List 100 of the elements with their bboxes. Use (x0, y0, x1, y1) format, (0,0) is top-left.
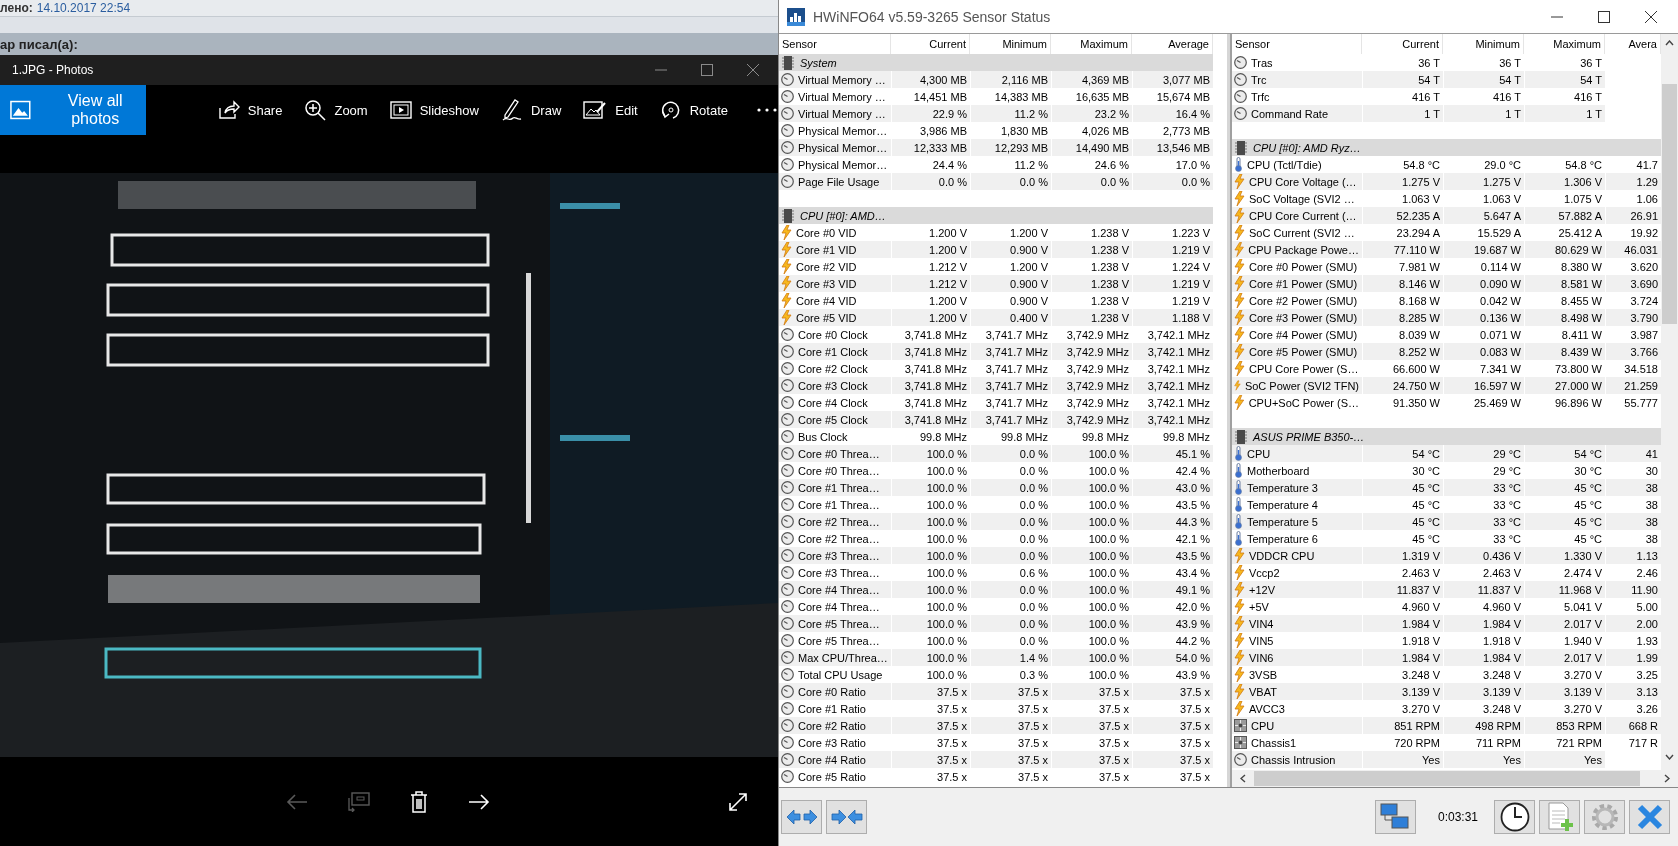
sensor-cell[interactable]: Core #3 Power (SMU) (1232, 309, 1362, 326)
sensor-cell[interactable]: Physical Memor… (779, 139, 891, 156)
table-cell: 3,742.1 MHz (1133, 377, 1213, 394)
toolbar-button[interactable]: Edit (583, 100, 638, 120)
table-cell: 1.200 V (892, 309, 970, 326)
toolbar-button[interactable]: Rotate (659, 99, 728, 121)
toolbar-button[interactable]: Share (217, 100, 283, 120)
gauge-icon (781, 651, 794, 664)
sensor-cell[interactable]: VIN6 (1232, 649, 1362, 666)
sensor-cell[interactable]: Core #1 VID (779, 241, 891, 258)
maximize-icon[interactable] (1597, 9, 1611, 24)
gauge-icon (781, 430, 794, 443)
sensor-cell[interactable]: Core #5 Threa… (779, 615, 891, 632)
sensor-cell[interactable]: Core #1 Power (SMU) (1232, 275, 1362, 292)
sensor-cell[interactable]: Temperature 5 (1232, 513, 1362, 530)
sensor-cell[interactable]: Core #4 Threa… (779, 581, 891, 598)
scroll-right-icon[interactable] (1664, 774, 1670, 783)
sensor-cell[interactable]: Core #0 Threa… (779, 445, 891, 462)
view-all-photos-button[interactable]: View all photos (0, 85, 146, 135)
sensor-cell[interactable]: Trc (1232, 71, 1362, 88)
expand-columns-button[interactable] (781, 800, 822, 834)
group-row[interactable]: System (779, 54, 1213, 71)
table-cell: 2.017 V (1525, 649, 1605, 666)
gauge-icon (781, 158, 794, 171)
horizontal-scrollbar[interactable] (1232, 770, 1678, 787)
scroll-thumb[interactable] (1662, 84, 1677, 324)
sensor-name: Motherboard (1247, 464, 1310, 477)
next-arrow-icon[interactable] (468, 792, 490, 811)
sensor-cell[interactable]: Core #2 Threa… (779, 513, 891, 530)
sensor-cell[interactable]: Core #5 VID (779, 309, 891, 326)
table-cell: 1.238 V (1052, 275, 1132, 292)
toolbar-button[interactable]: Zoom (304, 99, 368, 121)
sensor-cell[interactable]: +12V (1232, 581, 1362, 598)
sensor-cell[interactable]: VDDCR CPU (1232, 547, 1362, 564)
scroll-left-icon[interactable] (1240, 774, 1246, 783)
scroll-down-icon[interactable] (1665, 754, 1674, 760)
sensor-cell[interactable]: Core #0 Ratio (779, 683, 891, 700)
sensor-cell[interactable]: Virtual Memory … (779, 105, 891, 122)
trash-icon[interactable] (410, 790, 428, 813)
sensor-cell[interactable]: Core #3 VID (779, 275, 891, 292)
sensor-cell[interactable]: Command Rate (1232, 105, 1362, 122)
clock-icon (1499, 802, 1530, 832)
sensor-cell[interactable]: Core #2 Ratio (779, 717, 891, 734)
sensor-cell[interactable]: Page File Usage (779, 173, 891, 190)
table-cell: 8.498 W (1525, 309, 1605, 326)
sensor-cell[interactable]: CPU (1232, 445, 1362, 462)
close-button[interactable] (1629, 800, 1670, 834)
sensor-cell[interactable]: CPU Core Voltage (… (1232, 173, 1362, 190)
table-cell: 54 T (1444, 71, 1524, 88)
network-button[interactable] (1374, 800, 1416, 834)
group-row[interactable]: ASUS PRIME B350-… (1232, 428, 1661, 445)
toolbar-button[interactable]: Draw (500, 98, 562, 122)
group-row[interactable]: CPU [#0]: AMD Ryz… (1232, 139, 1661, 156)
table-cell: 100.0 % (1052, 445, 1132, 462)
sensor-cell[interactable]: VBAT (1232, 683, 1362, 700)
sensor-cell[interactable]: CPU (1232, 717, 1362, 734)
sensor-name: Core #4 VID (796, 294, 857, 307)
sensor-cell[interactable]: Core #1 Clock (779, 343, 891, 360)
sensor-name: Core #1 Clock (798, 345, 868, 358)
sensor-cell[interactable]: Core #5 Power (SMU) (1232, 343, 1362, 360)
table-cell: 1.275 V (1444, 173, 1524, 190)
close-icon[interactable] (1644, 9, 1658, 24)
collapse-columns-button[interactable] (826, 800, 867, 834)
sensor-cell[interactable]: Temperature 3 (1232, 479, 1362, 496)
table-cell: 1.984 V (1363, 615, 1443, 632)
scroll-up-icon[interactable] (1665, 40, 1674, 46)
vertical-scrollbar[interactable] (1661, 34, 1678, 770)
scroll-thumb[interactable] (1254, 771, 1640, 786)
sensor-cell[interactable]: CPU Core Current (… (1232, 207, 1362, 224)
table-cell: 1.984 V (1363, 649, 1443, 666)
table-cell: 54 T (1525, 71, 1605, 88)
sensor-cell[interactable]: VIN4 (1232, 615, 1362, 632)
table-cell: 100.0 % (892, 445, 970, 462)
sensor-cell[interactable]: Virtual Memory … (779, 71, 891, 88)
sensor-cell[interactable]: CPU Package Powe… (1232, 241, 1362, 258)
table-cell: 12,293 MB (971, 139, 1051, 156)
sensor-cell[interactable]: SoC Power (SVI2 TFN) (1232, 377, 1362, 394)
gauge-icon (781, 617, 794, 630)
group-row[interactable]: CPU [#0]: AMD… (779, 207, 1213, 224)
toolbar-button[interactable]: Slideshow (389, 101, 479, 119)
sensor-cell[interactable]: Max CPU/Threa… (779, 649, 891, 666)
table-cell: 12,333 MB (892, 139, 970, 156)
table-cell: 4,369 MB (1052, 71, 1132, 88)
sensor-cell[interactable]: Core #3 Threa… (779, 547, 891, 564)
expand-icon[interactable] (728, 791, 748, 812)
elapsed-time: 0:03:31 (1437, 810, 1478, 824)
settings-icon (1589, 802, 1620, 832)
sensor-cell[interactable]: Core #5 Clock (779, 411, 891, 428)
table-cell: 21.259 (1606, 377, 1661, 394)
sensor-cell[interactable]: Core #4 Ratio (779, 751, 891, 768)
thermometer-icon (1234, 480, 1243, 495)
sensor-cell[interactable]: Core #3 Clock (779, 377, 891, 394)
chip-icon (782, 55, 794, 70)
thermometer-icon (1234, 463, 1243, 478)
sensor-cell[interactable]: Chassis Intrusion (1232, 751, 1362, 768)
reset-timer-button[interactable] (1494, 800, 1535, 834)
sensor-name: Core #3 Threa… (798, 549, 880, 562)
sensor-name: +12V (1249, 583, 1275, 596)
sensor-cell[interactable]: Core #1 Threa… (779, 479, 891, 496)
more-icon[interactable] (756, 107, 778, 113)
